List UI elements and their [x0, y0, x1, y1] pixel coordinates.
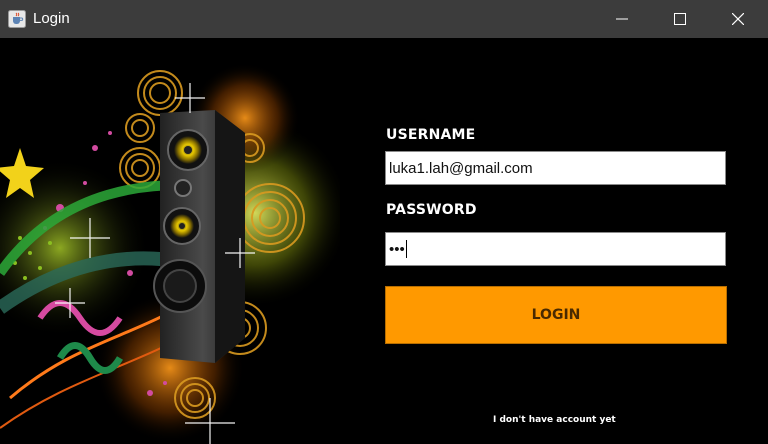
speaker-artwork — [0, 63, 340, 444]
window-title: Login — [33, 10, 70, 27]
no-account-link[interactable]: I don't have account yet — [493, 414, 616, 426]
close-icon — [732, 13, 744, 25]
close-button[interactable] — [710, 0, 768, 38]
username-input[interactable] — [385, 151, 726, 185]
minimize-button[interactable] — [594, 0, 652, 38]
text-caret — [406, 240, 407, 258]
username-label: USERNAME — [386, 127, 476, 143]
java-cup-icon — [8, 10, 26, 28]
password-input[interactable] — [385, 232, 726, 266]
login-button[interactable]: LOGIN — [385, 286, 727, 344]
password-label: PASSWORD — [386, 202, 477, 218]
title-bar: Login — [0, 0, 768, 38]
login-window: Login USERNAME luka1.lah@gmail.com PASSW… — [0, 0, 768, 444]
maximize-button[interactable] — [652, 0, 710, 38]
maximize-icon — [674, 13, 686, 25]
minimize-icon — [616, 18, 628, 20]
